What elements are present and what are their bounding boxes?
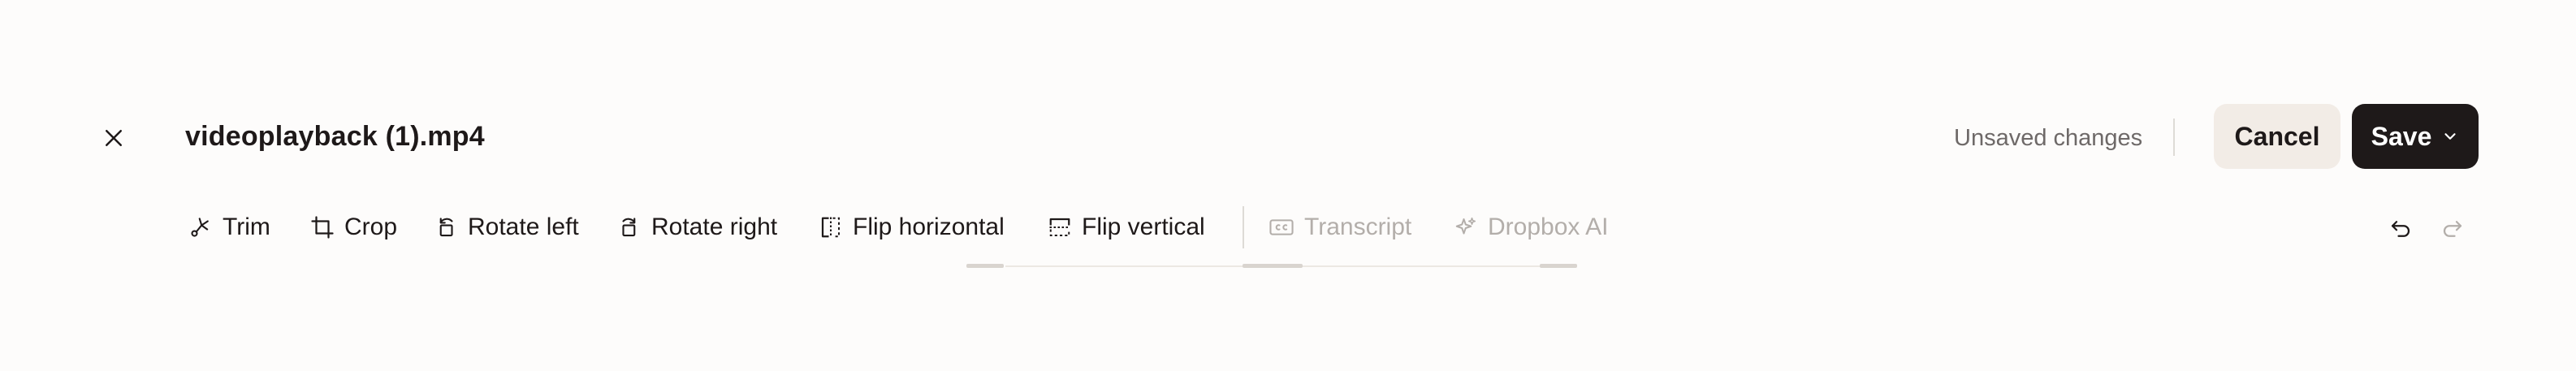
chevron-down-icon	[2444, 133, 2456, 140]
flip-horizontal-button[interactable]: Flip horizontal	[819, 205, 1005, 250]
undo-icon	[2391, 221, 2410, 237]
toolbar-scroll-marker	[1243, 264, 1303, 268]
cancel-label: Cancel	[2234, 121, 2320, 151]
trim-label: Trim	[223, 214, 270, 240]
header-divider	[2173, 119, 2175, 156]
flip-horizontal-label: Flip horizontal	[853, 214, 1005, 240]
redo-button	[2436, 213, 2469, 245]
sparkle-icon	[1455, 217, 1476, 235]
save-label: Save	[2371, 121, 2432, 151]
flip-horizontal-icon	[821, 217, 840, 238]
dropbox-ai-label: Dropbox AI	[1488, 214, 1609, 240]
toolbar-scroll-marker	[966, 264, 1004, 268]
redo-icon	[2443, 221, 2462, 237]
transcript-label: Transcript	[1304, 214, 1412, 240]
rotate-left-button[interactable]: Rotate left	[434, 205, 579, 250]
crop-button[interactable]: Crop	[310, 205, 397, 250]
unsaved-status: Unsaved changes	[1954, 125, 2143, 151]
save-button[interactable]: Save	[2352, 104, 2479, 169]
cancel-button[interactable]: Cancel	[2214, 104, 2340, 169]
crop-label: Crop	[344, 214, 398, 240]
crop-icon	[311, 216, 334, 239]
rotate-left-icon	[439, 218, 453, 237]
edit-toolbar: Trim Crop Rotate left Rotate right Flip …	[0, 205, 2576, 250]
toolbar-divider	[1243, 206, 1244, 248]
undo-button[interactable]	[2384, 213, 2417, 245]
flip-vertical-label: Flip vertical	[1082, 214, 1205, 240]
transcript-button: Transcript	[1269, 205, 1411, 250]
rotate-right-icon	[622, 218, 636, 237]
file-title: videoplayback (1).mp4	[185, 121, 485, 152]
rotate-left-label: Rotate left	[468, 214, 579, 240]
scissors-icon	[191, 218, 209, 237]
flip-vertical-button[interactable]: Flip vertical	[1048, 205, 1205, 250]
rotate-right-label: Rotate right	[651, 214, 778, 240]
closed-caption-icon	[1269, 219, 1294, 235]
dropbox-ai-button: Dropbox AI	[1454, 205, 1608, 250]
flip-vertical-icon	[1049, 218, 1070, 236]
rotate-right-button[interactable]: Rotate right	[617, 205, 777, 250]
close-button[interactable]	[91, 115, 136, 161]
toolbar-scroll-marker	[1540, 264, 1577, 268]
close-icon	[106, 130, 122, 146]
trim-button[interactable]: Trim	[188, 205, 270, 250]
